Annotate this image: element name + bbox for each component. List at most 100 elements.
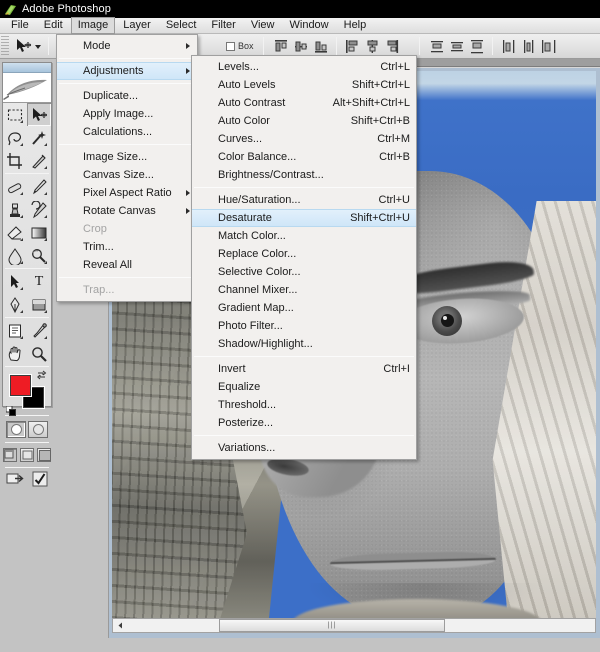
adjustments-menu-item-replace-color[interactable]: Replace Color... <box>192 245 416 263</box>
standard-mode-icon[interactable] <box>6 420 26 438</box>
brush-tool-icon[interactable] <box>27 175 51 198</box>
healing-brush-tool-icon[interactable] <box>3 175 27 198</box>
adjustments-menu-item-auto-levels[interactable]: Auto Levels Shift+Ctrl+L <box>192 76 416 94</box>
toolbox-tool-grid <box>3 103 51 172</box>
options-bar-drag-grip[interactable] <box>1 35 9 57</box>
distribute-top-edges-icon[interactable] <box>428 37 446 56</box>
rectangular-marquee-tool-icon[interactable] <box>3 103 27 126</box>
scrollbar-thumb[interactable]: ||| <box>219 619 445 632</box>
adjustments-menu-item-levels[interactable]: Levels... Ctrl+L <box>192 58 416 76</box>
image-menu-item-duplicate[interactable]: Duplicate... <box>57 87 197 105</box>
adjustments-menu-item-gradient-map[interactable]: Gradient Map... <box>192 299 416 317</box>
adjustments-menu-item-color-balance[interactable]: Color Balance... Ctrl+B <box>192 148 416 166</box>
menu-window[interactable]: Window <box>283 17 336 34</box>
menu-edit[interactable]: Edit <box>37 17 70 34</box>
align-bottom-edges-icon[interactable] <box>312 37 330 56</box>
move-tool-icon[interactable] <box>27 103 51 126</box>
adjustments-menu-item-curves[interactable]: Curves... Ctrl+M <box>192 130 416 148</box>
align-left-edges-icon[interactable] <box>343 37 361 56</box>
clone-stamp-tool-icon[interactable] <box>3 198 27 221</box>
bounding-box-checkbox-group[interactable]: Box <box>226 41 254 51</box>
align-vertical-centers-icon[interactable] <box>292 37 310 56</box>
adjustments-menu-item-brightness-contrast[interactable]: Brightness/Contrast... <box>192 166 416 184</box>
image-menu-item-mode[interactable]: Mode <box>57 37 197 55</box>
scroll-left-arrow-icon[interactable] <box>113 619 127 632</box>
adjustments-menu-item-shortcut: Shift+Ctrl+U <box>350 212 410 224</box>
adjustments-menu-item-selective-color[interactable]: Selective Color... <box>192 263 416 281</box>
type-tool-icon[interactable]: T <box>27 270 51 293</box>
adjustments-menu-item-desaturate[interactable]: Desaturate Shift+Ctrl+U <box>192 209 416 227</box>
adjustments-menu-item-shortcut: Ctrl+I <box>383 363 410 375</box>
default-colors-icon[interactable] <box>5 403 16 416</box>
swap-colors-icon[interactable] <box>37 370 47 382</box>
adjustments-menu-item-auto-color[interactable]: Auto Color Shift+Ctrl+B <box>192 112 416 130</box>
distribute-bottom-edges-icon[interactable] <box>468 37 486 56</box>
menu-image[interactable]: Image <box>70 17 116 34</box>
toolbox-divider-3 <box>5 317 49 318</box>
full-screen-with-menubar-icon[interactable] <box>20 448 34 462</box>
adjustments-menu-item-variations[interactable]: Variations... <box>192 439 416 457</box>
standard-screen-mode-icon[interactable] <box>3 448 17 462</box>
magic-wand-tool-icon[interactable] <box>27 126 51 149</box>
align-right-edges-icon[interactable] <box>383 37 401 56</box>
notes-tool-icon[interactable] <box>3 319 27 342</box>
image-menu-item-canvas-size[interactable]: Canvas Size... <box>57 166 197 184</box>
adjustments-menu-item-photo-filter[interactable]: Photo Filter... <box>192 317 416 335</box>
toolbox-drag-bar[interactable] <box>3 63 51 73</box>
image-menu-item-pixel-aspect-ratio[interactable]: Pixel Aspect Ratio <box>57 184 197 202</box>
menu-layer[interactable]: Layer <box>116 17 158 34</box>
menu-help[interactable]: Help <box>337 17 374 34</box>
adjustments-menu-item-channel-mixer[interactable]: Channel Mixer... <box>192 281 416 299</box>
adjustments-menu-item-equalize[interactable]: Equalize <box>192 378 416 396</box>
menu-select[interactable]: Select <box>159 17 204 34</box>
align-top-edges-icon[interactable] <box>272 37 290 56</box>
adjustments-menu-item-threshold[interactable]: Threshold... <box>192 396 416 414</box>
adjustments-menu-item-match-color[interactable]: Match Color... <box>192 227 416 245</box>
menu-filter[interactable]: Filter <box>204 17 242 34</box>
adjustments-menu-item-hue-saturation[interactable]: Hue/Saturation... Ctrl+U <box>192 191 416 209</box>
full-screen-mode-icon[interactable] <box>37 448 51 462</box>
lasso-tool-icon[interactable] <box>3 126 27 149</box>
move-tool-icon[interactable] <box>11 36 33 56</box>
jump-to-imageready-icon[interactable] <box>6 471 26 492</box>
eyedropper-tool-icon[interactable] <box>27 319 51 342</box>
adjustments-menu-item-posterize[interactable]: Posterize... <box>192 414 416 432</box>
zoom-tool-icon[interactable] <box>27 342 51 365</box>
bounding-box-checkbox[interactable] <box>226 41 235 51</box>
image-menu-item-reveal-all[interactable]: Reveal All <box>57 256 197 274</box>
hand-tool-icon[interactable] <box>3 342 27 365</box>
adjustments-menu-item-label: Channel Mixer... <box>218 284 298 296</box>
image-menu-item-calculations[interactable]: Calculations... <box>57 123 197 141</box>
foreground-color-swatch[interactable] <box>10 375 31 396</box>
history-brush-tool-icon[interactable] <box>27 198 51 221</box>
image-menu-item-adjustments[interactable]: Adjustments <box>57 62 197 80</box>
gradient-tool-icon[interactable] <box>27 221 51 244</box>
distribute-left-edges-icon[interactable] <box>499 37 517 56</box>
slice-tool-icon[interactable] <box>27 149 51 172</box>
adjustments-menu-item-auto-contrast[interactable]: Auto Contrast Alt+Shift+Ctrl+L <box>192 94 416 112</box>
tool-preset-chevron-down-icon[interactable] <box>33 36 43 56</box>
rectangle-shape-tool-icon[interactable] <box>27 293 51 316</box>
horizontal-scrollbar[interactable]: ||| <box>112 618 596 633</box>
distribute-vertical-centers-icon[interactable] <box>448 37 466 56</box>
menu-view[interactable]: View <box>244 17 282 34</box>
align-horizontal-centers-icon[interactable] <box>363 37 381 56</box>
commit-checkmark-icon[interactable] <box>32 471 48 492</box>
path-selection-tool-icon[interactable] <box>3 270 27 293</box>
image-menu-item-apply-image[interactable]: Apply Image... <box>57 105 197 123</box>
eraser-tool-icon[interactable] <box>3 221 27 244</box>
image-menu-item-trim[interactable]: Trim... <box>57 238 197 256</box>
adjustments-menu-item-shadow-highlight[interactable]: Shadow/Highlight... <box>192 335 416 353</box>
distribute-horizontal-centers-icon[interactable] <box>519 37 537 56</box>
dodge-tool-icon[interactable] <box>27 244 51 267</box>
pen-tool-icon[interactable] <box>3 293 27 316</box>
menu-file[interactable]: File <box>4 17 36 34</box>
crop-tool-icon[interactable] <box>3 149 27 172</box>
image-menu-item-image-size[interactable]: Image Size... <box>57 148 197 166</box>
blur-tool-icon[interactable] <box>3 244 27 267</box>
adjustments-menu-item-invert[interactable]: Invert Ctrl+I <box>192 360 416 378</box>
quick-mask-mode-icon[interactable] <box>28 420 48 438</box>
distribute-right-edges-icon[interactable] <box>539 37 557 56</box>
image-menu-item-rotate-canvas[interactable]: Rotate Canvas <box>57 202 197 220</box>
bounding-box-label: Box <box>238 41 254 51</box>
